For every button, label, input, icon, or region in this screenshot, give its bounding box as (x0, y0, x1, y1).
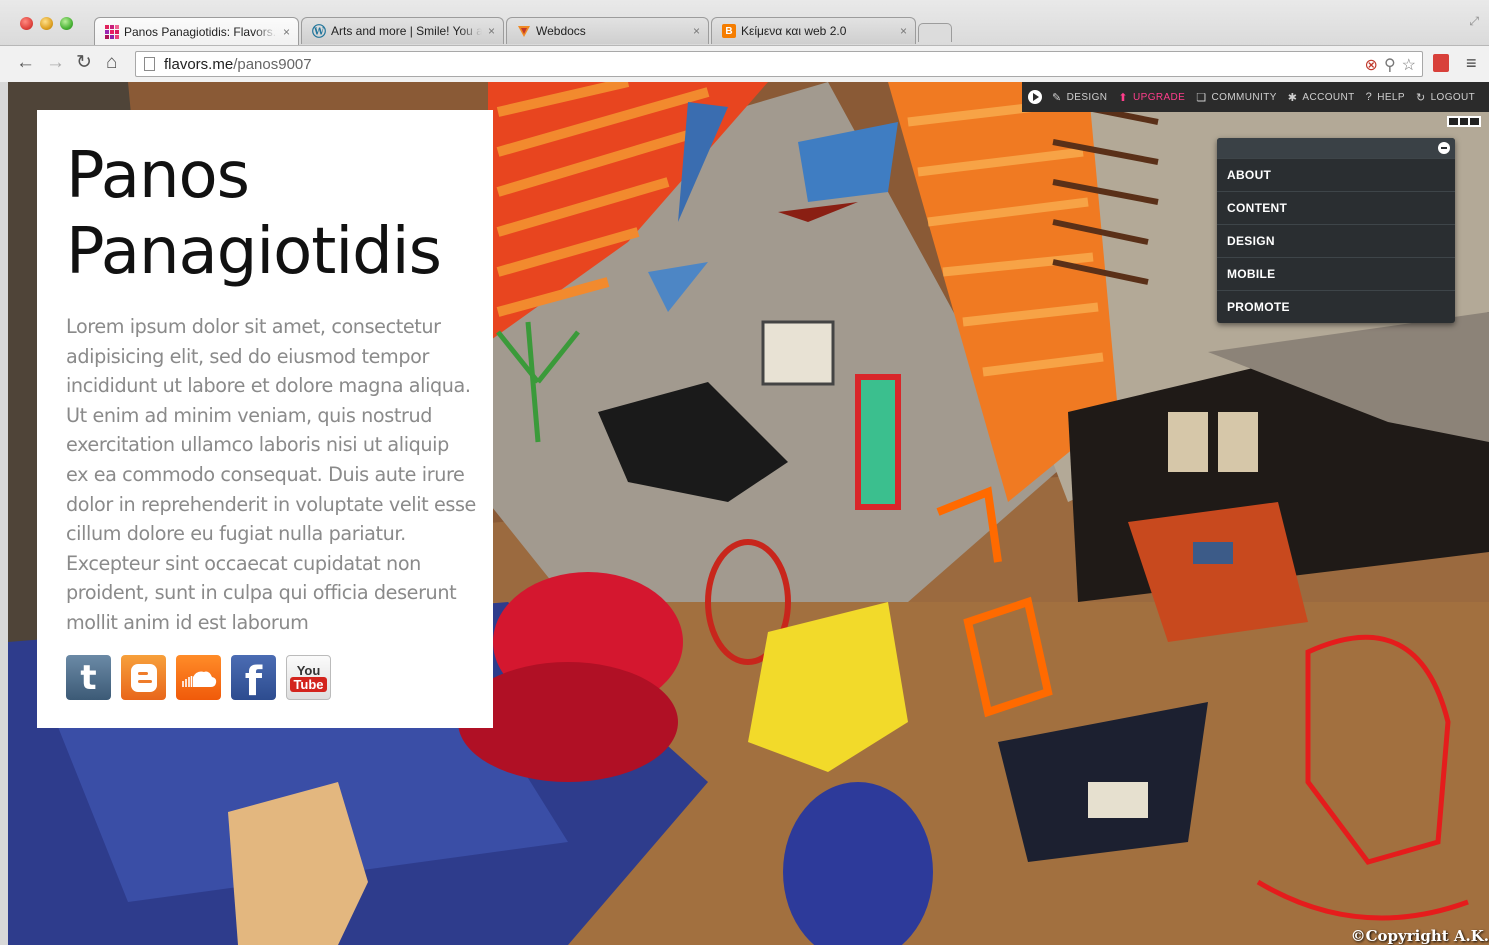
admin-bar: ✎ DESIGN ⬆ UPGRADE ❏ COMMUNITY ✱ ACCOUNT ? HE… (1022, 82, 1489, 112)
admin-item-label: HELP (1377, 91, 1405, 103)
menu-icon[interactable]: ≡ (1466, 53, 1477, 74)
tab-title: Webdocs (536, 24, 586, 38)
url-domain: flavors.me (164, 56, 234, 73)
tab-close-icon[interactable]: × (488, 24, 495, 38)
admin-item-label: ACCOUNT (1302, 91, 1355, 103)
panel-item-about[interactable]: ABOUT (1217, 158, 1455, 191)
new-tab-button[interactable] (918, 23, 952, 42)
profile-bio: Lorem ipsum dolor sit amet, consectetur … (66, 315, 476, 634)
page-viewport: ✎ DESIGN ⬆ UPGRADE ❏ COMMUNITY ✱ ACCOUNT ? HE… (8, 82, 1489, 945)
zoom-window-button[interactable] (60, 17, 73, 30)
bookmark-star-icon[interactable]: ☆ (1402, 55, 1416, 75)
question-icon: ? (1365, 91, 1373, 103)
tab-flavors[interactable]: Panos Panagiotidis: Flavors.me × (94, 17, 299, 45)
admin-item-label: COMMUNITY (1211, 91, 1277, 103)
fullscreen-icon[interactable]: ⤢ (1469, 14, 1479, 29)
tab-close-icon[interactable]: × (900, 24, 907, 38)
soundcloud-icon[interactable] (176, 655, 221, 700)
forward-icon[interactable]: → (46, 52, 65, 74)
panel-header (1217, 138, 1455, 158)
panel-item-promote[interactable]: PROMOTE (1217, 290, 1455, 323)
zoom-icon[interactable]: ⚲ (1384, 55, 1396, 75)
blocked-plugin-icon[interactable]: ⊗ (1365, 55, 1378, 75)
blogger-link-icon[interactable] (121, 655, 166, 700)
collapse-icon[interactable] (1438, 142, 1450, 154)
blogger-icon: B (722, 24, 736, 38)
close-window-button[interactable] (20, 17, 33, 30)
youtube-tube-text: Tube (290, 676, 327, 692)
url-path: /panos9007 (233, 56, 312, 73)
book-icon: ❏ (1196, 91, 1207, 104)
admin-item-label: UPGRADE (1133, 91, 1186, 103)
wordpress-icon: W (312, 24, 326, 38)
tab-keimena[interactable]: B Κείμενα και web 2.0 × (711, 17, 916, 44)
tab-close-icon[interactable]: × (283, 25, 290, 39)
panel-item-mobile[interactable]: MOBILE (1217, 257, 1455, 290)
play-icon[interactable] (1028, 90, 1042, 104)
page-icon (144, 57, 155, 71)
pencil-icon: ✎ (1052, 91, 1062, 104)
admin-account-link[interactable]: ✱ ACCOUNT (1288, 91, 1355, 104)
profile-name: Panos Panagiotidis (66, 139, 442, 289)
tab-title: Arts and more | Smile! You are beautiful (331, 24, 482, 38)
tab-title: Κείμενα και web 2.0 (741, 24, 847, 38)
admin-logout-link[interactable]: ↻ LOGOUT (1416, 91, 1475, 104)
address-bar[interactable]: flavors.me/panos9007 ⊗ ⚲ ☆ (135, 51, 1423, 77)
tab-webdocs[interactable]: Webdocs × (506, 17, 709, 44)
tab-close-icon[interactable]: × (693, 24, 700, 38)
panel-item-content[interactable]: CONTENT (1217, 191, 1455, 224)
admin-help-link[interactable]: ? HELP (1366, 91, 1405, 103)
social-links: t f You Tube (66, 655, 331, 705)
admin-item-label: DESIGN (1066, 91, 1108, 103)
settings-panel: ABOUT CONTENT DESIGN MOBILE PROMOTE (1217, 138, 1455, 323)
extension-icon[interactable] (1433, 54, 1449, 72)
youtube-you-text: You (296, 662, 321, 678)
webdocs-icon (517, 24, 531, 38)
reload-icon[interactable]: ↻ (76, 52, 92, 74)
admin-upgrade-link[interactable]: ⬆ UPGRADE (1118, 91, 1185, 104)
svg-text:W: W (313, 28, 325, 38)
browser-toolbar: ← → ↻ ⌂ flavors.me/panos9007 ⊗ ⚲ ☆ ≡ (0, 45, 1489, 82)
admin-item-label: LOGOUT (1430, 91, 1476, 103)
logout-icon: ↻ (1415, 91, 1426, 104)
home-icon[interactable]: ⌂ (106, 52, 117, 74)
copyright-watermark: ©Copyright A.K. (1350, 927, 1489, 945)
flavors-grid-icon (105, 24, 119, 39)
youtube-icon[interactable]: You Tube (286, 655, 331, 700)
url-text: flavors.me/panos9007 (164, 56, 312, 73)
tab-title: Panos Panagiotidis: Flavors.me (124, 24, 277, 39)
minimize-window-button[interactable] (40, 17, 53, 30)
admin-design-link[interactable]: ✎ DESIGN (1052, 91, 1107, 104)
back-icon[interactable]: ← (16, 52, 35, 74)
tumblr-icon[interactable]: t (66, 655, 111, 700)
tab-arts-and-more[interactable]: W Arts and more | Smile! You are beautif… (301, 17, 504, 44)
panel-item-design[interactable]: DESIGN (1217, 224, 1455, 257)
profile-card: Panos Panagiotidis Lorem ipsum dolor sit… (37, 110, 493, 728)
up-arrow-icon: ⬆ (1118, 91, 1128, 104)
browser-chrome: Panos Panagiotidis: Flavors.me × W Arts … (0, 0, 1489, 82)
facebook-icon[interactable]: f (231, 655, 276, 705)
layout-toggle-icon[interactable] (1447, 116, 1481, 127)
admin-community-link[interactable]: ❏ COMMUNITY (1196, 91, 1277, 104)
gear-icon: ✱ (1287, 91, 1298, 104)
